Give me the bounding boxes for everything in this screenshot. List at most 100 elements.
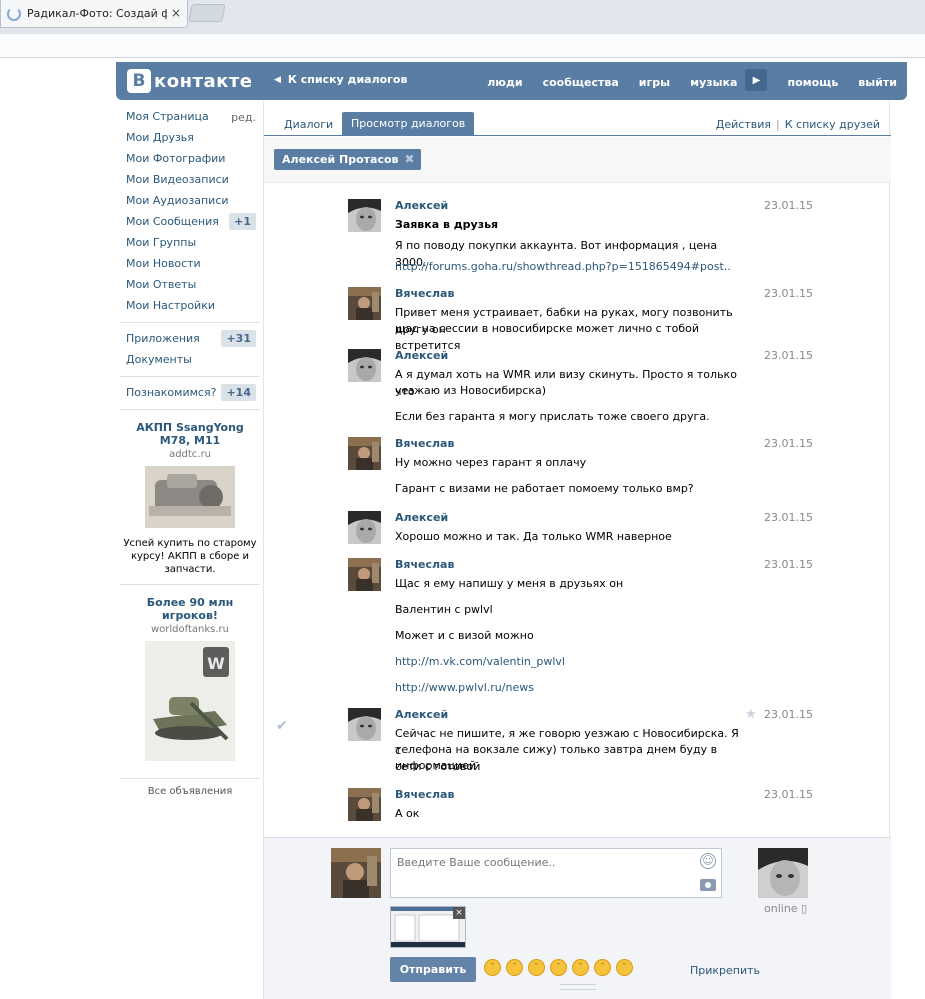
new-tab-button[interactable] [188, 4, 226, 22]
emoji-laugh-icon[interactable]: ᵔ [484, 959, 501, 976]
author-avatar[interactable] [348, 199, 381, 232]
author-avatar[interactable] [348, 788, 381, 821]
author-name[interactable]: Алексей [395, 708, 448, 721]
emoji-sad-icon[interactable]: ᵔ [528, 959, 545, 976]
sidebar-item-videos[interactable]: Мои Видеозаписи [120, 171, 260, 192]
message-date: 23.01.15 [764, 287, 813, 300]
person-filter-tag[interactable]: Алексей Протасов ✖ [274, 149, 421, 170]
message-date: 23.01.15 [764, 788, 813, 801]
message-link[interactable]: http://www.pwlvl.ru/news [395, 679, 740, 696]
all-ads-link[interactable]: Все объявления [120, 786, 260, 797]
message-link[interactable]: http://m.vk.com/valentin_pwlvl [395, 653, 740, 670]
messages-count-badge: +1 [229, 213, 256, 230]
ad-domain: addtc.ru [169, 449, 211, 460]
sidebar-item-answers[interactable]: Мои Ответы [120, 276, 260, 297]
emoji-smile-icon[interactable]: ᵔ [550, 959, 567, 976]
sidebar-item-news[interactable]: Мои Новости [120, 255, 260, 276]
nav-games[interactable]: игры [639, 76, 670, 89]
message-text: информацией [395, 759, 477, 772]
message-input[interactable]: Введите Ваше сообщение.. ☺ [390, 848, 722, 898]
vk-logo[interactable]: В контакте [127, 69, 252, 93]
emoji-bar: ᵔ ᵔ ᵔ ᵔ ᵔ ᵔ ᵔ [484, 959, 638, 976]
nav-people[interactable]: люди [487, 76, 522, 89]
attached-screenshot[interactable]: × [390, 906, 466, 948]
sidebar-item-photos[interactable]: Мои Фотографии [120, 150, 260, 171]
remove-attachment-icon[interactable]: × [453, 907, 465, 919]
edit-link[interactable]: ред. [231, 109, 256, 126]
vk-logo-word: контакте [154, 70, 253, 92]
author-name[interactable]: Алексей [395, 511, 448, 524]
author-avatar[interactable] [348, 349, 381, 382]
author-avatar[interactable] [348, 708, 381, 741]
sidebar-item-label: Познакомимся? [126, 386, 217, 399]
nav-logout[interactable]: выйти [858, 76, 897, 89]
ad-title[interactable]: АКПП SsangYong M78, M11 [120, 421, 260, 447]
ad-block-tanks[interactable]: Более 90 млн игроков! worldoftanks.ru W [120, 592, 260, 774]
online-label: online [764, 902, 798, 915]
sidebar-item-audio[interactable]: Мои Аудиозаписи [120, 192, 260, 213]
actions-link[interactable]: Действия [716, 118, 771, 131]
resize-handle[interactable] [560, 984, 596, 990]
camera-icon[interactable] [700, 879, 716, 891]
message-text: уезжаю из Новосибирска) [395, 384, 547, 397]
author-avatar[interactable] [348, 558, 381, 591]
author-name[interactable]: Алексей [395, 199, 448, 212]
author-name[interactable]: Вячеслав [395, 287, 454, 300]
sidebar-item-friends[interactable]: Мои Друзья [120, 129, 260, 150]
author-avatar[interactable] [348, 287, 381, 320]
sidebar-item-messages[interactable]: Мои Сообщения +1 [120, 213, 260, 234]
author-name[interactable]: Вячеслав [395, 558, 454, 571]
emoji-wink-icon[interactable]: ᵔ [594, 959, 611, 976]
browser-tab[interactable]: Радикал-Фото: Создай ф × [0, 0, 188, 28]
friends-list-link[interactable]: К списку друзей [785, 118, 880, 131]
peer-avatar[interactable] [758, 848, 808, 898]
author-avatar[interactable] [348, 437, 381, 470]
sidebar-item-label: Мои Видеозаписи [126, 173, 229, 186]
attach-link[interactable]: Прикрепить [690, 964, 760, 977]
sidebar-item-label: Мои Ответы [126, 278, 197, 291]
browser-tab-title: Радикал-Фото: Создай ф [27, 7, 167, 20]
author-avatar[interactable] [348, 511, 381, 544]
play-icon[interactable]: ▶ [745, 69, 768, 91]
nav-help[interactable]: помощь [787, 76, 838, 89]
message-text: Хорошо можно и так. Да только WMR наверн… [395, 530, 672, 543]
ad-gearbox-image[interactable] [145, 466, 235, 528]
emoji-icon[interactable]: ☺ [700, 853, 716, 869]
message-text: Гарант с визами не работает помоему толь… [395, 482, 694, 495]
author-name[interactable]: Вячеслав [395, 788, 454, 801]
ad-title[interactable]: Более 90 млн игроков! [120, 596, 260, 622]
sidebar-item-documents[interactable]: Документы [120, 351, 260, 372]
vk-logo-icon: В [127, 69, 151, 93]
author-name[interactable]: Алексей [395, 349, 448, 362]
tab-dialogs[interactable]: Диалоги [284, 118, 333, 131]
sidebar-item-dating[interactable]: Познакомимся? +14 [120, 384, 260, 405]
close-tab-icon[interactable]: × [171, 6, 181, 20]
emoji-heart-eyes-icon[interactable]: ᵔ [572, 959, 589, 976]
back-to-dialogs-label: К списку диалогов [287, 73, 408, 86]
ad-tank-image[interactable]: W [145, 641, 235, 761]
sidebar-item-my-page[interactable]: Моя Страница ред. [120, 108, 260, 129]
tab-view-dialogs[interactable]: Просмотр диалогов [342, 112, 475, 136]
sidebar-item-settings[interactable]: Мои Настройки [120, 297, 260, 318]
sidebar-item-apps[interactable]: Приложения +31 [120, 330, 260, 351]
author-name[interactable]: Вячеслав [395, 437, 454, 450]
sidebar-item-label: Приложения [126, 332, 200, 345]
nav-music[interactable]: музыка [690, 76, 737, 89]
remove-filter-icon[interactable]: ✖ [404, 149, 414, 170]
sidebar-divider [120, 584, 260, 585]
message-text: Может и с визой можно [395, 629, 534, 642]
sidebar-item-label: Мои Друзья [126, 131, 194, 144]
message-list: Алексей 23.01.15 Заявка в друзья Я по повод… [264, 184, 891, 836]
ad-block-gearbox[interactable]: АКПП SsangYong M78, M11 addtc.ru Успей к… [120, 417, 260, 580]
message-link[interactable]: http://forums.goha.ru/showthread.php?p=1… [395, 258, 740, 275]
my-avatar[interactable] [331, 848, 381, 898]
back-to-dialogs-link[interactable]: ◀ К списку диалогов [274, 73, 407, 86]
apps-count-badge: +31 [221, 330, 256, 347]
send-button[interactable]: Отправить [390, 957, 476, 982]
nav-communities[interactable]: сообщества [543, 76, 619, 89]
sidebar-divider [120, 409, 260, 410]
emoji-scream-icon[interactable]: ᵔ [616, 959, 633, 976]
emoji-kiss-icon[interactable]: ᵔ [506, 959, 523, 976]
sidebar-item-groups[interactable]: Мои Группы [120, 234, 260, 255]
star-icon[interactable]: ★ [745, 707, 757, 722]
